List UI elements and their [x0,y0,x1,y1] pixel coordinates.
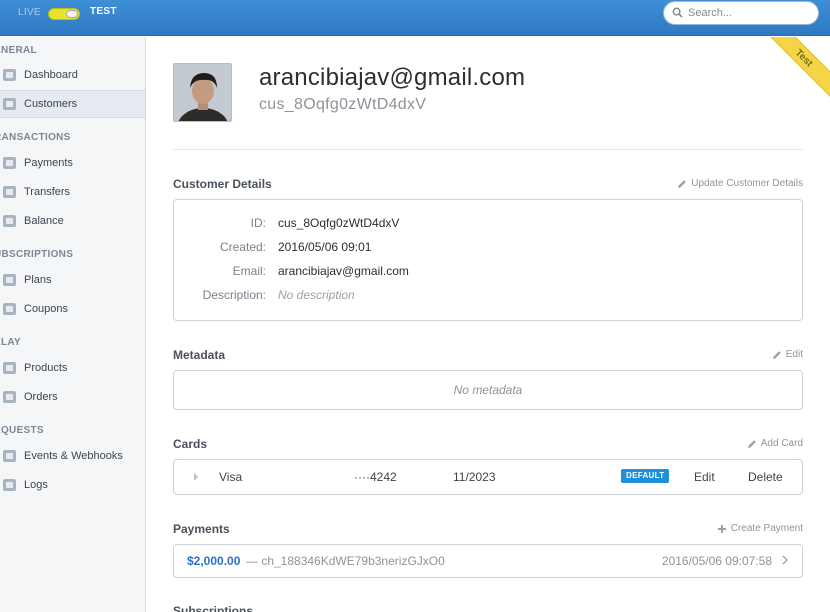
card-row[interactable]: Visa ····4242 11/2023 DEFAULT Edit Delet… [174,460,802,494]
cards-box: Visa ····4242 11/2023 DEFAULT Edit Delet… [173,459,803,495]
sidebar-section-relay: ELAY [0,337,21,348]
detail-key: Email: [232,264,266,278]
balance-icon [3,215,16,227]
pencil-icon [678,179,687,188]
create-payment-button[interactable]: Create Payment [717,523,803,534]
expand-caret-icon[interactable] [194,473,198,481]
sidebar-item-customers[interactable]: Customers [0,90,145,118]
sidebar-item-coupons[interactable]: Coupons [0,295,145,323]
sidebar: ENERAL Dashboard Customers RANSACTIONS P… [0,37,146,612]
sidebar-item-label: Customers [24,98,78,110]
payments-icon [3,157,16,169]
sidebar-section-subscriptions: UBSCRIPTIONS [0,249,74,260]
payment-row[interactable]: $2,000.00 — ch_188346KdWE79b3nerizGJxO0 … [174,545,802,577]
main-content: Test arancibiajav@gmail.com cus_8Oqfg0zW… [147,37,830,612]
plans-icon [3,274,16,286]
chevron-right-icon [782,555,789,565]
sidebar-item-label: Orders [24,391,58,403]
no-metadata-text: No metadata [453,383,523,397]
sidebar-item-payments[interactable]: Payments [0,149,145,177]
metadata-box: No metadata [173,370,803,410]
detail-value: 2016/05/06 09:01 [278,240,372,254]
customer-avatar [173,63,232,122]
sidebar-item-logs[interactable]: Logs [0,471,145,499]
search-input[interactable] [688,5,812,21]
sidebar-item-transfers[interactable]: Transfers [0,178,145,206]
sidebar-item-label: Coupons [24,303,69,315]
sidebar-item-label: Transfers [24,186,71,198]
add-card-button[interactable]: Add Card [747,438,803,449]
update-customer-details-label: Update Customer Details [691,178,803,189]
payment-charge-id: — ch_188346KdWE79b3nerizGJxO0 [246,554,445,568]
update-customer-details-button[interactable]: Update Customer Details [677,178,803,189]
customers-icon [3,98,16,110]
customer-details-box: ID: cus_8Oqfg0zWtD4dxV Created: 2016/05/… [173,199,803,321]
search-box [663,1,819,25]
sidebar-item-balance[interactable]: Balance [0,207,145,235]
delete-card-button[interactable]: Delete [748,470,783,484]
products-icon [3,362,16,374]
test-mode-ribbon: Test [755,37,830,107]
sidebar-item-plans[interactable]: Plans [0,266,145,294]
search-icon [672,7,683,18]
edit-metadata-button[interactable]: Edit [772,349,803,360]
sidebar-item-label: Dashboard [24,69,78,81]
detail-value: No description [278,288,355,302]
sidebar-item-events-webhooks[interactable]: Events & Webhooks [0,442,145,470]
plus-icon [717,524,726,533]
default-badge: DEFAULT [621,469,670,483]
live-label: LIVE [18,7,41,18]
subscriptions-title: Subscriptions [173,604,254,612]
add-card-label: Add Card [760,438,803,449]
cards-title: Cards [173,437,208,451]
logs-icon [3,479,16,491]
transfers-icon [3,186,16,198]
detail-value: arancibiajav@gmail.com [278,264,409,278]
sidebar-section-requests: EQUESTS [0,425,44,436]
detail-key: Description: [202,288,266,302]
metadata-title: Metadata [173,348,226,362]
avatar-photo [174,64,231,121]
sidebar-section-general: ENERAL [0,45,37,56]
sidebar-item-dashboard[interactable]: Dashboard [0,61,145,89]
pencil-icon [747,439,756,448]
orders-icon [3,391,16,403]
customer-id-subheading: cus_8Oqfg0zWtD4dxV [259,96,427,113]
payment-date: 2016/05/06 09:07:58 [661,554,772,568]
sidebar-section-transactions: RANSACTIONS [0,132,71,143]
detail-value: cus_8Oqfg0zWtD4dxV [278,216,400,230]
edit-card-button[interactable]: Edit [694,470,715,484]
top-bar: LIVE TEST [0,0,830,36]
detail-key: ID: [250,216,266,230]
payment-amount: $2,000.00 [187,554,241,568]
payments-box: $2,000.00 — ch_188346KdWE79b3nerizGJxO0 … [173,544,803,578]
edit-metadata-label: Edit [785,349,803,360]
coupons-icon [3,303,16,315]
card-brand: Visa [219,470,243,484]
sidebar-item-label: Plans [24,274,52,286]
payments-title: Payments [173,522,230,536]
sidebar-item-label: Payments [24,157,73,169]
customer-details-title: Customer Details [173,177,272,191]
dashboard-icon [3,69,16,81]
sidebar-item-label: Products [24,362,68,374]
events-icon [3,450,16,462]
divider [173,149,803,150]
test-label: TEST [90,6,117,17]
create-payment-label: Create Payment [730,523,803,534]
toggle-knob [66,10,78,18]
card-last4: ····4242 [354,470,397,484]
pencil-icon [772,350,781,359]
live-test-toggle[interactable] [48,8,80,20]
sidebar-item-orders[interactable]: Orders [0,383,145,411]
sidebar-item-label: Logs [24,479,48,491]
card-expiry: 11/2023 [453,470,496,484]
detail-key: Created: [219,240,266,254]
sidebar-item-products[interactable]: Products [0,354,145,382]
sidebar-item-label: Balance [24,215,64,227]
customer-email-heading: arancibiajav@gmail.com [259,64,526,91]
sidebar-item-label: Events & Webhooks [24,450,123,462]
